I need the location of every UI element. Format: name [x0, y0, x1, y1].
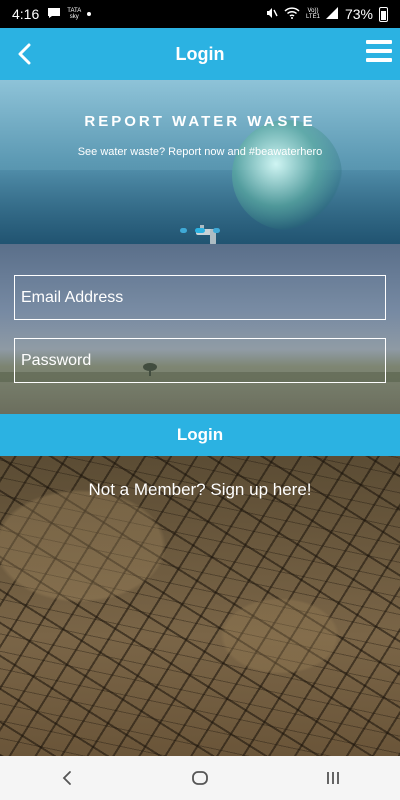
- nav-recents-button[interactable]: [303, 756, 363, 800]
- banner-headline: REPORT WATER WASTE: [84, 113, 316, 130]
- login-button[interactable]: Login: [0, 414, 400, 456]
- signal-icon: [325, 6, 339, 22]
- nav-back-icon: [62, 771, 71, 785]
- battery-icon: [379, 6, 388, 22]
- password-field[interactable]: [14, 338, 386, 383]
- status-bar: 4:16 TATA sky Vo)) LTE1 73%: [0, 0, 400, 28]
- nav-home-button[interactable]: [170, 756, 230, 800]
- page-title: Login: [175, 43, 225, 64]
- cracked-ground-background: [0, 456, 400, 756]
- battery-percent: 73%: [344, 6, 373, 22]
- landscape-background: [0, 244, 400, 414]
- signup-link[interactable]: Not a Member? Sign up here!: [0, 480, 400, 500]
- nav-recents-icon: [327, 772, 340, 784]
- hamburger-menu-icon[interactable]: [366, 40, 392, 62]
- wifi-icon: [284, 6, 300, 22]
- nav-back-button[interactable]: [37, 756, 97, 800]
- back-button[interactable]: [8, 38, 40, 70]
- nav-home-icon: [192, 771, 208, 785]
- email-field[interactable]: [14, 275, 386, 320]
- carrier-label: TATA sky: [67, 8, 82, 20]
- carousel-indicator: [0, 228, 400, 233]
- status-time: 4:16: [12, 6, 40, 22]
- notification-dot-icon: [87, 12, 92, 16]
- navigation-bar: [0, 756, 400, 800]
- message-icon: [47, 6, 61, 22]
- app-bar: Login: [0, 28, 400, 80]
- carousel-dot[interactable]: [213, 228, 220, 233]
- chevron-left-icon: [18, 43, 31, 65]
- banner-subtitle: See water waste? Report now and #beawate…: [77, 146, 323, 158]
- mute-icon: [264, 6, 278, 23]
- carousel-dot[interactable]: [180, 228, 187, 233]
- network-label: Vo)) LTE1: [306, 8, 320, 20]
- water-globe-image: [232, 120, 342, 230]
- carousel-dot-active[interactable]: [195, 228, 205, 233]
- banner-carousel[interactable]: REPORT WATER WASTE See water waste? Repo…: [0, 80, 400, 244]
